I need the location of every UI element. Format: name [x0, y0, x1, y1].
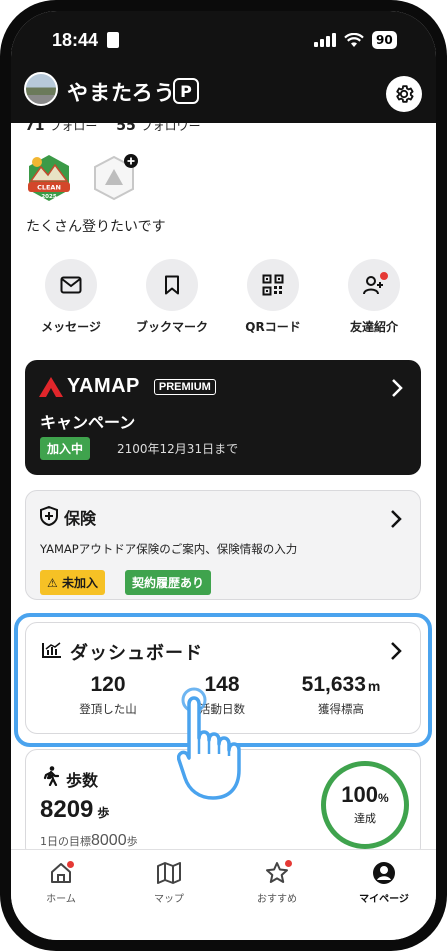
tab-recommend[interactable]: おすすめ: [227, 860, 327, 905]
screen: 18:44 90 やまたろう P 71 フォロー 55 フォロワー CLEAN …: [11, 11, 436, 940]
goal-prefix: 1日の目標: [40, 835, 91, 848]
insurance-description: YAMAPアウトドア保険のご案内、保険情報の入力: [40, 542, 298, 556]
chevron-right-icon: [391, 642, 402, 660]
steps-value: 8209 歩: [40, 796, 109, 824]
unsubscribed-text: 未加入: [61, 576, 98, 590]
premium-campaign-card[interactable]: YAMAP PREMIUM キャンペーン 加入中 2100年12月31日まで: [25, 360, 421, 475]
gear-icon: [396, 85, 414, 103]
tab-home-label: ホーム: [46, 894, 76, 905]
dashboard-title: ダッシュボード: [70, 643, 203, 664]
insurance-title: 保険: [64, 509, 97, 528]
tab-map-label: マップ: [154, 894, 184, 905]
stat-summits: 120 登頂した山: [43, 673, 173, 717]
percent-value: 100: [341, 782, 379, 807]
profile-bio: たくさん登りたいです: [26, 219, 166, 235]
achievement-percent: 100%: [326, 782, 404, 808]
message-label: メッセージ: [41, 320, 101, 334]
badge-clean-text: CLEAN: [37, 184, 61, 192]
add-badge-icon[interactable]: [89, 153, 139, 203]
steps-goal: 1日の目標8000歩: [40, 832, 138, 850]
stat-elevation: 51,633 m 獲得標高: [276, 673, 406, 717]
invite-friend-action[interactable]: 友達紹介: [324, 259, 424, 335]
battery-indicator: 90: [372, 31, 397, 49]
unsubscribed-badge: ⚠ 未加入: [40, 570, 105, 595]
contract-history-badge: 契約履歴あり: [125, 570, 212, 595]
qr-code-action[interactable]: QRコード: [223, 259, 323, 335]
achievement-ring: 100% 達成: [321, 761, 409, 849]
clean-badge-icon[interactable]: CLEAN 2025: [24, 153, 74, 203]
status-time: 18:44: [52, 30, 99, 50]
yamap-logo: YAMAP PREMIUM: [39, 375, 216, 398]
premium-tag: PREMIUM: [153, 378, 216, 395]
subscription-status-badge: 加入中: [40, 437, 91, 460]
steps-unit: 歩: [97, 806, 110, 820]
badge-year-text: 2025: [41, 194, 56, 200]
message-action[interactable]: メッセージ: [21, 259, 121, 335]
bookmark-action[interactable]: ブックマーク: [122, 259, 222, 335]
stat-elevation-value: 51,633 m: [276, 673, 406, 697]
message-action-circle: [45, 259, 97, 311]
yamap-brand: YAMAP: [67, 375, 140, 397]
tab-recommend-icon-wrap: [227, 860, 327, 886]
insurance-card[interactable]: 保険 YAMAPアウトドア保険のご案内、保険情報の入力 ⚠ 未加入 契約履歴あり: [25, 490, 421, 600]
bookmark-icon: [165, 275, 179, 295]
percent-unit: %: [378, 791, 389, 805]
tab-mypage-icon-wrap: [334, 860, 434, 886]
tab-recommend-label: おすすめ: [257, 894, 297, 905]
steps-title: 歩数: [66, 771, 99, 790]
tab-mypage-label: マイページ: [359, 894, 409, 905]
yamap-mountain-icon: [39, 376, 63, 397]
tab-home[interactable]: ホーム: [11, 860, 111, 905]
summits-value: 120: [90, 673, 126, 696]
stat-summits-value: 120: [43, 673, 173, 697]
tab-map[interactable]: マップ: [119, 860, 219, 905]
invite-action-circle: [348, 259, 400, 311]
tab-map-icon-wrap: [119, 860, 219, 886]
invite-friend-label: 友達紹介: [349, 320, 398, 334]
stat-elevation-label: 獲得標高: [318, 702, 364, 716]
shield-plus-icon: [40, 506, 58, 526]
goal-value: 8000: [91, 832, 127, 849]
chart-icon: [42, 642, 61, 658]
goal-unit: 歩: [126, 835, 138, 848]
qr-action-circle: [247, 259, 299, 311]
status-icons: 90: [314, 31, 397, 49]
chevron-right-icon: [391, 510, 402, 528]
chevron-right-icon: [392, 379, 403, 397]
tap-hand-icon: [177, 687, 241, 800]
qr-code-label: QRコード: [245, 320, 301, 334]
envelope-icon: [60, 276, 82, 294]
walking-person-icon: [43, 766, 59, 786]
achieved-label: 達成: [354, 812, 376, 825]
cellular-signal-icon: [314, 33, 336, 47]
subscription-expiry: 2100年12月31日まで: [117, 442, 239, 456]
bookmark-action-circle: [146, 259, 198, 311]
premium-badge: P: [173, 78, 199, 104]
bottom-tab-bar: ホーム マップ おすすめ マイページ: [11, 849, 436, 940]
header-bar: 18:44 90 やまたろう P: [11, 11, 436, 123]
wifi-icon: [344, 32, 364, 48]
recommend-notification-dot: [285, 860, 292, 867]
user-icon: [373, 862, 395, 884]
notification-dot: [380, 272, 388, 280]
home-notification-dot: [67, 861, 74, 868]
campaign-title: キャンペーン: [40, 413, 136, 432]
qr-code-icon: [262, 274, 284, 296]
avatar[interactable]: [24, 72, 58, 106]
map-icon: [157, 862, 181, 884]
warning-icon: ⚠: [47, 576, 62, 590]
tab-mypage[interactable]: マイページ: [334, 860, 434, 905]
elevation-value: 51,633: [301, 673, 366, 696]
username: やまたろう: [67, 82, 176, 105]
steps-count: 8209: [40, 796, 94, 823]
elevation-unit: m: [367, 678, 381, 694]
bookmark-label: ブックマーク: [135, 320, 208, 334]
tab-home-icon-wrap: [11, 860, 111, 886]
phone-frame: 18:44 90 やまたろう P 71 フォロー 55 フォロワー CLEAN …: [0, 0, 447, 951]
quick-actions: メッセージ ブックマーク QRコード 友達紹介: [11, 259, 436, 339]
settings-button[interactable]: [386, 76, 422, 112]
id-card-icon: [107, 32, 119, 48]
stat-summits-label: 登頂した山: [79, 702, 137, 716]
